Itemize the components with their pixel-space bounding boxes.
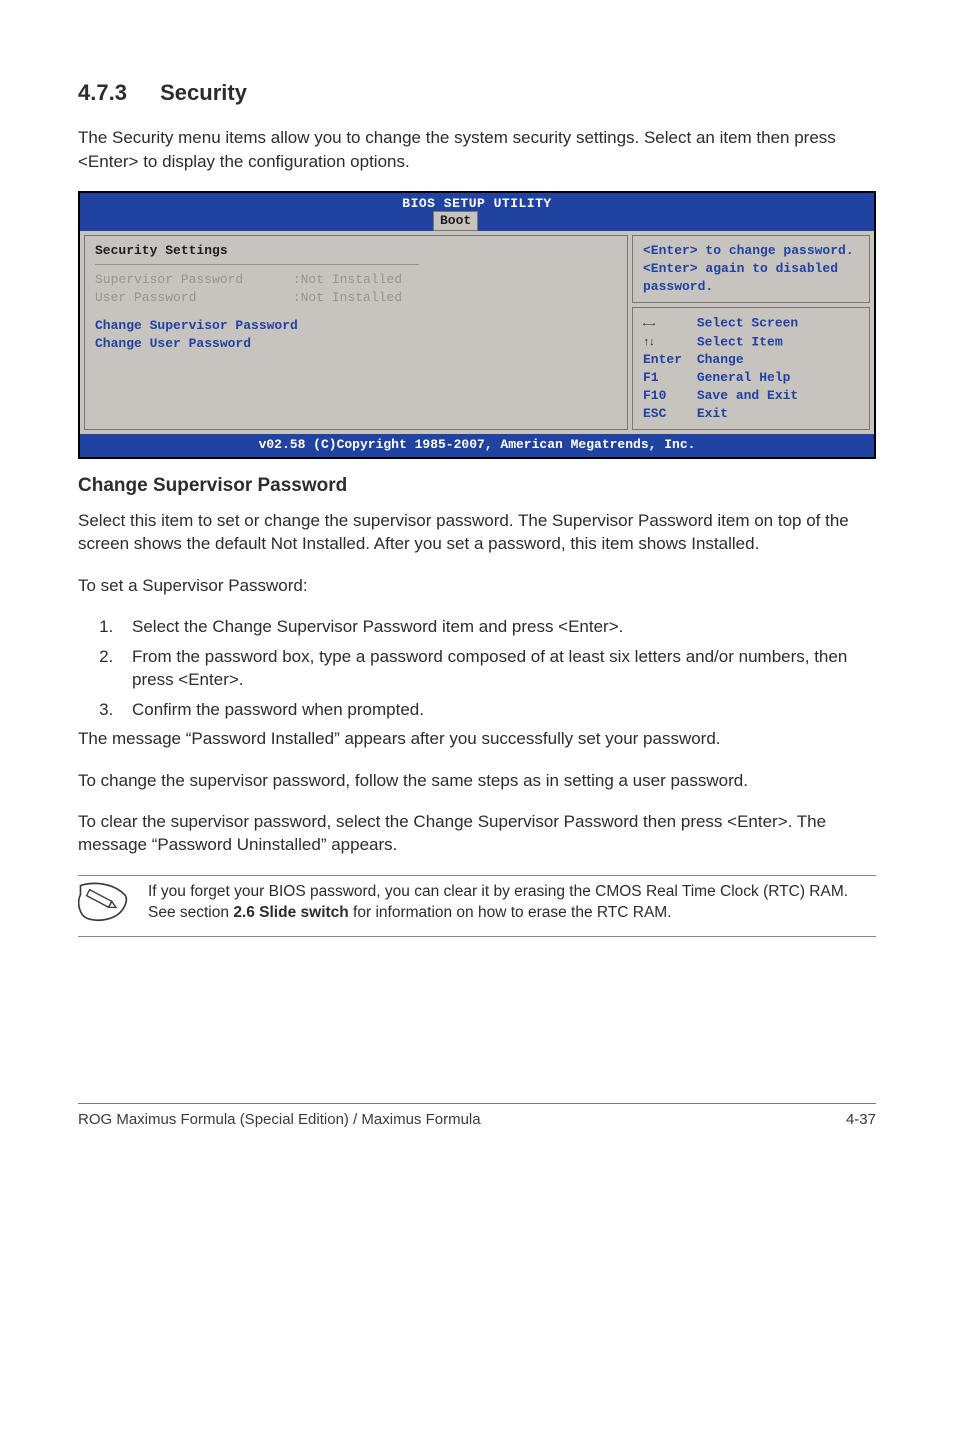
key-label: Select Screen [697,316,798,331]
bios-left-panel: Security Settings Supervisor Password :N… [84,235,628,430]
key-name: F10 [643,387,689,405]
key-label: Exit [697,406,728,421]
row-label: User Password [95,289,285,307]
bios-screenshot: BIOS SETUP UTILITY Boot Security Setting… [78,191,876,458]
key-name: ESC [643,405,689,423]
page-footer: ROG Maximus Formula (Special Edition) / … [78,1103,876,1131]
intro-paragraph: The Security menu items allow you to cha… [78,126,876,173]
key-select-screen: Select Screen [643,314,859,332]
note-post: for information on how to erase the RTC … [349,904,672,921]
change-user-password-item[interactable]: Change User Password [95,335,617,353]
section-number: 4.7.3 [78,78,154,108]
note-pencil-icon [78,882,130,930]
note-text: If you forget your BIOS password, you ca… [148,882,876,924]
bios-help-description: <Enter> to change password. <Enter> agai… [632,235,870,303]
key-label: General Help [697,370,791,385]
subsection-heading: Change Supervisor Password [78,473,876,499]
row-value: :Not Installed [293,272,402,287]
bios-title-bar: BIOS SETUP UTILITY Boot [80,193,874,231]
row-label: Supervisor Password [95,271,285,289]
key-f1: F1 General Help [643,369,859,387]
step-item: From the password box, type a password c… [118,645,876,692]
step-item: Select the Change Supervisor Password it… [118,615,876,638]
key-f10: F10 Save and Exit [643,387,859,405]
footer-left: ROG Maximus Formula (Special Edition) / … [78,1110,481,1131]
bios-tab-boot[interactable]: Boot [433,211,478,231]
step-item: Confirm the password when prompted. [118,698,876,721]
paragraph: The message “Password Installed” appears… [78,727,876,750]
paragraph: To clear the supervisor password, select… [78,810,876,857]
bios-keys-panel: Select Screen Select Item Enter Change F… [632,307,870,430]
bios-title: BIOS SETUP UTILITY [80,193,874,213]
key-label: Change [697,352,744,367]
change-supervisor-password-item[interactable]: Change Supervisor Password [95,317,617,335]
supervisor-password-row: Supervisor Password :Not Installed [95,271,617,289]
key-name: Enter [643,351,689,369]
footer-right: 4-37 [846,1110,876,1131]
arrow-up-down-icon [643,333,689,351]
security-settings-heading: Security Settings [95,242,617,260]
paragraph: Select this item to set or change the su… [78,509,876,556]
note-block: If you forget your BIOS password, you ca… [78,875,876,937]
key-select-item: Select Item [643,333,859,351]
arrow-left-right-icon [643,314,689,332]
key-label: Select Item [697,334,783,349]
key-name: F1 [643,369,689,387]
note-bold: 2.6 Slide switch [233,904,348,921]
user-password-row: User Password :Not Installed [95,289,617,307]
section-title: Security [160,80,247,105]
bios-copyright: v02.58 (C)Copyright 1985-2007, American … [80,434,874,457]
divider [95,264,419,265]
paragraph: To change the supervisor password, follo… [78,769,876,792]
key-label: Save and Exit [697,388,798,403]
key-enter: Enter Change [643,351,859,369]
paragraph: To set a Supervisor Password: [78,574,876,597]
key-esc: ESC Exit [643,405,859,423]
section-heading: 4.7.3 Security [78,78,876,108]
row-value: :Not Installed [293,290,402,305]
steps-list: Select the Change Supervisor Password it… [78,615,876,721]
